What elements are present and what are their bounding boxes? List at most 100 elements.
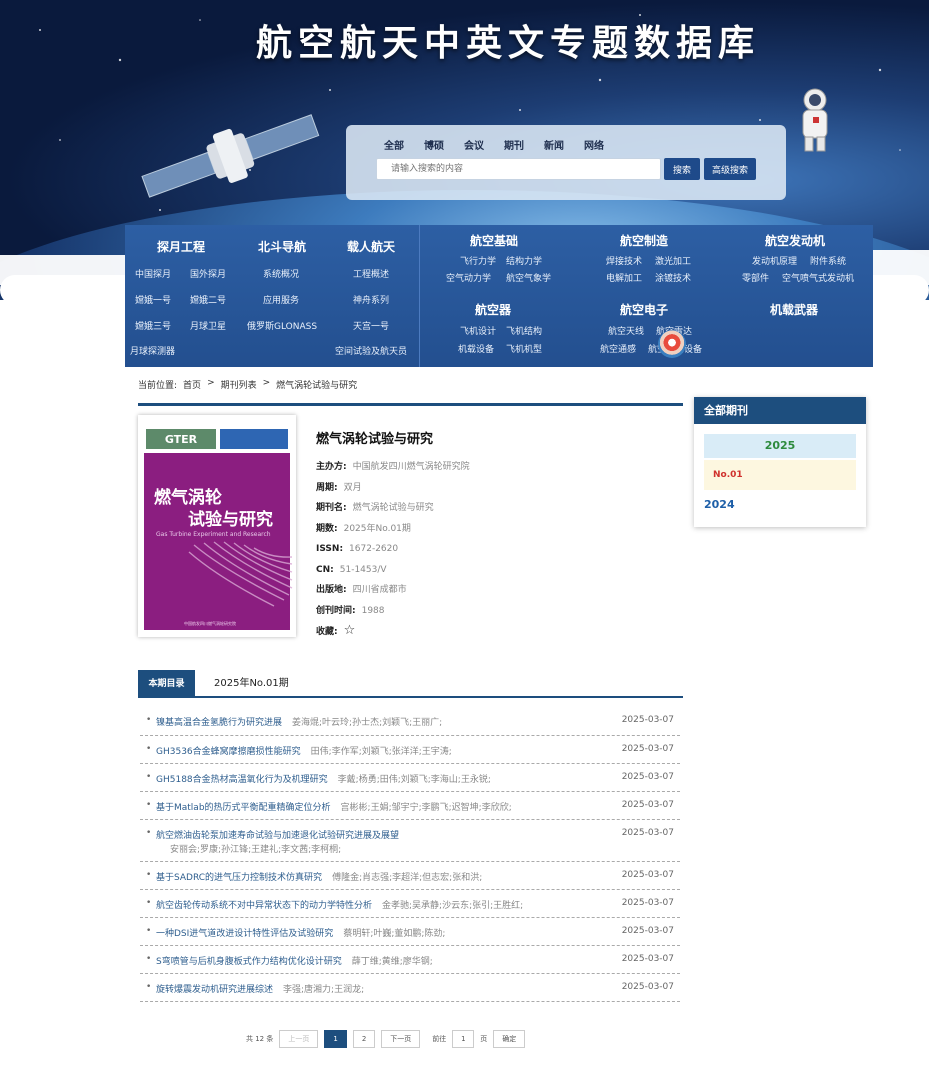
search-tab-web[interactable]: 网络 — [584, 137, 604, 152]
nav-link[interactable]: 工程概述 — [353, 267, 389, 280]
advanced-search-button[interactable]: 高级搜索 — [704, 158, 756, 180]
article-title[interactable]: 旋转爆震发动机研究进展综述 — [156, 985, 273, 995]
nav-link[interactable]: 飞机机型 — [506, 342, 542, 355]
page-number-input[interactable]: 1 — [452, 1030, 475, 1048]
goto-label: 前往 — [432, 1035, 447, 1043]
airborne-weapon-icon[interactable] — [658, 330, 686, 358]
year-2024[interactable]: 2024 — [704, 498, 735, 511]
nav-link[interactable]: 中国探月 — [135, 267, 171, 280]
nav-link[interactable]: 月球卫星 — [190, 319, 226, 332]
nav-link[interactable]: 航空天线 — [608, 324, 644, 337]
article-title[interactable]: 镍基高温合金氢脆行为研究进展 — [156, 718, 282, 728]
breadcrumb-separator: > — [207, 378, 215, 388]
nav-link[interactable]: 空气喷气式发动机 — [782, 271, 854, 284]
nav-head-aircraft[interactable]: 航空器 — [475, 301, 511, 318]
article-date: 2025-03-07 — [621, 982, 674, 992]
prev-page-button[interactable]: 上一页 — [279, 1030, 319, 1048]
search-tab-news[interactable]: 新闻 — [544, 137, 564, 152]
section-divider — [138, 403, 683, 406]
bullet: • — [146, 926, 152, 936]
article-title[interactable]: S弯喷管与后机身腹板式作力结构优化设计研究 — [156, 957, 342, 967]
field-label: ISSN: — [316, 544, 344, 554]
info-place: 出版地: 四川省成都市 — [316, 580, 470, 601]
search-tab-thesis[interactable]: 博硕 — [424, 137, 444, 152]
nav-link[interactable]: 激光加工 — [655, 254, 691, 267]
page-1-button[interactable]: 1 — [324, 1030, 347, 1048]
nav-head-avionics[interactable]: 航空电子 — [620, 301, 668, 318]
next-page-button[interactable]: 下一页 — [381, 1030, 421, 1048]
nav-link[interactable]: 电解加工 — [606, 271, 642, 284]
search-tab-journal[interactable]: 期刊 — [504, 137, 524, 152]
search-tab-conference[interactable]: 会议 — [464, 137, 484, 152]
info-issue: 期数: 2025年No.01期 — [316, 519, 470, 540]
article-title[interactable]: 基于SADRC的进气压力控制技术仿真研究 — [156, 873, 322, 883]
nav-head-manned[interactable]: 载人航天 — [347, 238, 395, 255]
article-title[interactable]: 基于Matlab的热历式平衡配重精确定位分析 — [156, 803, 331, 813]
issue-no01[interactable]: No.01 — [704, 460, 856, 490]
search-input[interactable] — [376, 158, 661, 180]
year-2025[interactable]: 2025 — [704, 434, 856, 458]
nav-head-aero-engine[interactable]: 航空发动机 — [765, 232, 825, 249]
bullet: • — [146, 828, 152, 838]
breadcrumb-label: 当前位置: — [138, 381, 178, 391]
list-item: • GH3536合金蜂窝摩擦磨损性能研究 田伟;李作军;刘颖飞;张洋洋;王宇涛; … — [140, 736, 680, 764]
article-authors: 傅隆金;肖志强;李超洋;但志宏;张和洪; — [332, 873, 483, 883]
nav-link[interactable]: 国外探月 — [190, 267, 226, 280]
breadcrumb-home[interactable]: 首页 — [183, 378, 201, 391]
nav-link[interactable]: 附件系统 — [810, 254, 846, 267]
breadcrumb-separator: > — [262, 378, 271, 388]
tab-toc[interactable]: 本期目录 — [138, 670, 195, 698]
nav-link[interactable]: 系统概况 — [263, 267, 299, 280]
article-title[interactable]: GH5188合金热材高温氧化行为及机理研究 — [156, 775, 328, 785]
search-button[interactable]: 搜索 — [664, 158, 700, 180]
article-title[interactable]: 航空齿轮传动系统不对中异常状态下的动力学特性分析 — [156, 901, 372, 911]
field-label: 收藏: — [316, 626, 338, 637]
search-tab-all[interactable]: 全部 — [384, 137, 404, 152]
nav-link[interactable]: 飞机结构 — [506, 324, 542, 337]
list-item: • 航空齿轮传动系统不对中异常状态下的动力学特性分析 金孝驰;吴承静;沙云东;张引… — [140, 890, 680, 918]
nav-link[interactable]: 零部件 — [742, 271, 769, 284]
nav-link[interactable]: 应用服务 — [263, 293, 299, 306]
bullet: • — [146, 744, 152, 754]
list-item: • 旋转爆震发动机研究进展综述 李强;唐湘力;王润龙; 2025-03-07 — [140, 974, 680, 1002]
bullet: • — [146, 800, 152, 810]
breadcrumb-journal-list[interactable]: 期刊列表 — [221, 378, 257, 391]
page-unit: 页 — [480, 1035, 488, 1043]
nav-link[interactable]: 航空气象学 — [506, 271, 551, 284]
breadcrumb: 当前位置: 首页 > 期刊列表 > 燃气涡轮试验与研究 — [138, 378, 357, 391]
nav-link[interactable]: 天宫一号 — [353, 319, 389, 332]
nav-head-lunar[interactable]: 探月工程 — [157, 238, 205, 255]
nav-link[interactable]: 空气动力学 — [446, 271, 491, 284]
nav-link[interactable]: 俄罗斯GLONASS — [247, 319, 317, 332]
nav-link[interactable]: 空间试验及航天员 — [335, 344, 407, 357]
nav-link[interactable]: 涂镀技术 — [655, 271, 691, 284]
article-title[interactable]: GH3536合金蜂窝摩擦磨损性能研究 — [156, 747, 301, 757]
confirm-button[interactable]: 确定 — [493, 1030, 526, 1048]
nav-link[interactable]: 嫦娥一号 — [135, 293, 171, 306]
nav-link[interactable]: 月球探测器 — [130, 344, 175, 357]
space-nav: 探月工程 北斗导航 载人航天 中国探月 国外探月 系统概况 工程概述 嫦娥一号 … — [125, 225, 415, 367]
nav-link[interactable]: 神舟系列 — [353, 293, 389, 306]
nav-link[interactable]: 飞行力学 — [460, 254, 496, 267]
article-date: 2025-03-07 — [621, 870, 674, 880]
star-icon[interactable]: ☆ — [344, 621, 356, 642]
nav-link[interactable]: 飞机设计 — [460, 324, 496, 337]
nav-link[interactable]: 结构力学 — [506, 254, 542, 267]
article-date: 2025-03-07 — [621, 800, 674, 810]
article-title[interactable]: 一种DSI进气道改进设计特性评估及试验研究 — [156, 929, 333, 939]
nav-link[interactable]: 嫦娥三号 — [135, 319, 171, 332]
article-authors: 金孝驰;吴承静;沙云东;张引;王胜红; — [382, 901, 524, 911]
nav-head-airborne-weapons[interactable]: 机载武器 — [770, 301, 818, 318]
nav-link[interactable]: 嫦娥二号 — [190, 293, 226, 306]
nav-link[interactable]: 航空通感 — [600, 342, 636, 355]
nav-link[interactable]: 焊接技术 — [606, 254, 642, 267]
nav-head-aero-manufacturing[interactable]: 航空制造 — [620, 232, 668, 249]
tab-issue[interactable]: 2025年No.01期 — [214, 670, 289, 698]
nav-link[interactable]: 机载设备 — [458, 342, 494, 355]
nav-link[interactable]: 发动机原理 — [752, 254, 797, 267]
aviation-nav: 航空基础 航空制造 航空发动机 飞行力学 结构力学 焊接技术 激光加工 发动机原… — [419, 225, 873, 367]
nav-head-aero-basics[interactable]: 航空基础 — [470, 232, 518, 249]
page-2-button[interactable]: 2 — [352, 1030, 376, 1048]
article-title[interactable]: 航空燃油齿轮泵加速寿命试验与加速退化试验研究进展及展望 — [156, 831, 399, 841]
nav-head-beidou[interactable]: 北斗导航 — [258, 238, 306, 255]
